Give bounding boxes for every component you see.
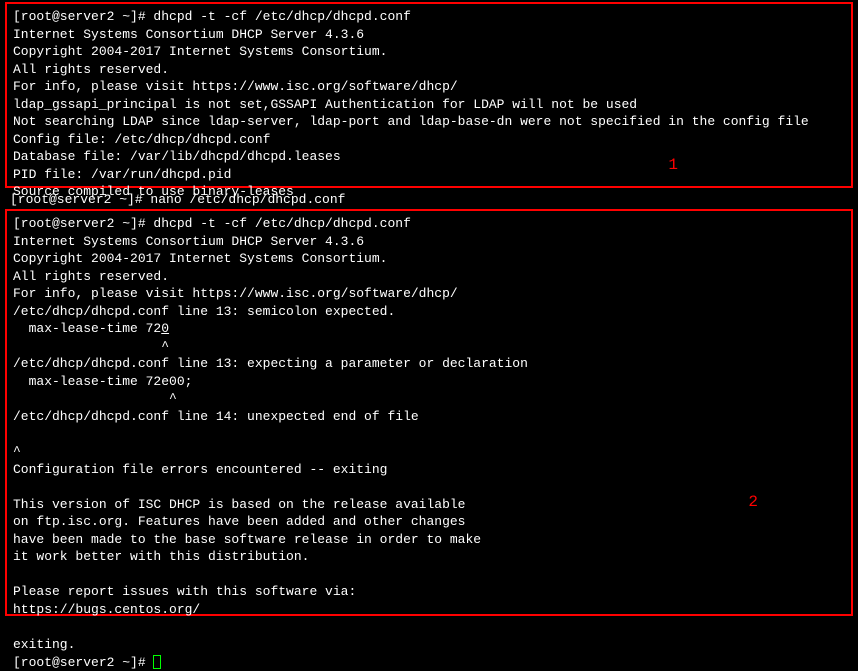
terminal-line: All rights reserved.	[13, 62, 169, 77]
terminal-line: /etc/dhcp/dhcpd.conf line 14: unexpected…	[13, 409, 419, 424]
terminal-line: https://bugs.centos.org/	[13, 602, 200, 617]
terminal-line: Configuration file errors encountered --…	[13, 462, 387, 477]
terminal-line: [root@server2 ~]# dhcpd -t -cf /etc/dhcp…	[13, 216, 411, 231]
terminal-line: All rights reserved.	[13, 269, 169, 284]
terminal-line: Database file: /var/lib/dhcpd/dhcpd.leas…	[13, 149, 341, 164]
terminal-line: PID file: /var/run/dhcpd.pid	[13, 167, 231, 182]
terminal-line: ^	[13, 444, 21, 459]
terminal-line: ^	[13, 339, 169, 354]
terminal-line: have been made to the base software rele…	[13, 532, 481, 547]
terminal-line: max-lease-time 720	[13, 321, 169, 336]
terminal-line: /etc/dhcp/dhcpd.conf line 13: expecting …	[13, 356, 528, 371]
terminal-line: [root@server2 ~]# dhcpd -t -cf /etc/dhcp…	[13, 9, 411, 24]
terminal-line: it work better with this distribution.	[13, 549, 309, 564]
terminal-line: Not searching LDAP since ldap-server, ld…	[13, 114, 809, 129]
cursor-icon	[153, 655, 161, 669]
terminal-line: exiting.	[13, 637, 75, 652]
terminal-line: Internet Systems Consortium DHCP Server …	[13, 27, 364, 42]
terminal-line: For info, please visit https://www.isc.o…	[13, 79, 458, 94]
terminal-prompt-line[interactable]: [root@server2 ~]#	[13, 655, 161, 670]
terminal-line: Copyright 2004-2017 Internet Systems Con…	[13, 251, 387, 266]
terminal-line: max-lease-time 72e00;	[13, 374, 192, 389]
terminal-line: Internet Systems Consortium DHCP Server …	[13, 234, 364, 249]
terminal-line: ^	[13, 391, 177, 406]
annotation-label-1: 1	[668, 155, 678, 177]
terminal-line: Copyright 2004-2017 Internet Systems Con…	[13, 44, 387, 59]
annotation-label-2: 2	[748, 492, 758, 514]
terminal-line: /etc/dhcp/dhcpd.conf line 13: semicolon …	[13, 304, 395, 319]
terminal-line: ldap_gssapi_principal is not set,GSSAPI …	[13, 97, 637, 112]
terminal-line-nano: [root@server2 ~]# nano /etc/dhcp/dhcpd.c…	[10, 191, 345, 209]
terminal-line: This version of ISC DHCP is based on the…	[13, 497, 465, 512]
terminal-line: For info, please visit https://www.isc.o…	[13, 286, 458, 301]
terminal-output-box-2: [root@server2 ~]# dhcpd -t -cf /etc/dhcp…	[5, 209, 853, 616]
terminal-line: on ftp.isc.org. Features have been added…	[13, 514, 465, 529]
terminal-output-box-1: [root@server2 ~]# dhcpd -t -cf /etc/dhcp…	[5, 2, 853, 188]
terminal-line: Config file: /etc/dhcp/dhcpd.conf	[13, 132, 270, 147]
terminal-line: Please report issues with this software …	[13, 584, 356, 599]
